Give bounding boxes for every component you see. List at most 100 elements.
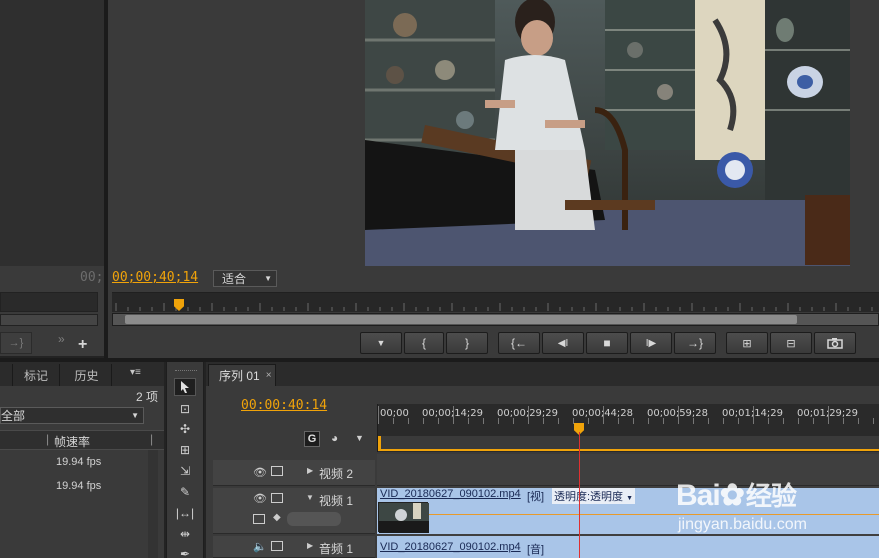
program-zoom-bar[interactable] <box>112 313 879 326</box>
clip-thumbnail <box>378 502 429 533</box>
fit-dropdown-label: 适合 <box>222 272 247 286</box>
extract-icon: ⊟ <box>786 337 796 350</box>
display-style-icon[interactable] <box>253 514 265 524</box>
ruler-ticks <box>115 303 873 311</box>
export-frame-button[interactable] <box>814 332 856 354</box>
opacity-dropdown[interactable]: 透明度:透明度 ▼ <box>552 488 636 504</box>
track-select-tool-icon[interactable]: ⊡ <box>174 400 196 418</box>
mark-in-button[interactable]: { <box>404 332 444 354</box>
baidu-watermark: Bai✿经验 jingyan.baidu.com <box>676 460 876 540</box>
mark-out-button[interactable]: } <box>446 332 488 354</box>
ruler-label: 00;00;14;29 <box>422 408 484 419</box>
eye-icon[interactable]: 👁 <box>253 466 267 479</box>
film-icon[interactable] <box>271 466 283 476</box>
ruler-label: 00;01;14;29 <box>722 408 784 419</box>
collapse-arrow-icon[interactable]: ▼ <box>306 493 314 502</box>
add-icon[interactable]: + <box>78 336 87 354</box>
track-header-video1[interactable]: 👁 ▼ 视频 1 ◆ <box>213 488 375 534</box>
track-name-video1: 视频 1 <box>319 494 354 508</box>
ripple-edit-tool-icon[interactable]: ✣ <box>174 420 196 438</box>
source-out-button[interactable]: →} <box>0 332 32 354</box>
timeline-tab-bar <box>206 362 879 386</box>
slide-tool-icon[interactable]: ⇹ <box>174 525 196 543</box>
source-monitor-viewer <box>0 0 104 266</box>
extract-button[interactable]: ⊟ <box>770 332 812 354</box>
camera-icon <box>827 338 843 349</box>
chevron-down-icon: ▼ <box>131 411 139 420</box>
audio-clip-tag: [音] <box>527 544 545 556</box>
fit-dropdown[interactable]: 适合 ▼ <box>213 270 277 287</box>
program-monitor-panel: 00;00;40;14 适合 ▼ ▼ { } {← ◀I ■ I▶ →} ⊞ ⊟ <box>108 0 879 360</box>
video-frame-image <box>365 0 850 266</box>
watermark-url: jingyan.baidu.com <box>678 516 807 533</box>
close-icon[interactable]: × <box>266 370 272 381</box>
chevrons-icon[interactable]: » <box>58 332 65 346</box>
expand-arrow-icon[interactable]: ▶ <box>307 466 313 475</box>
list-item[interactable]: 19.94 fps <box>56 480 101 492</box>
track-header-video2[interactable]: 👁 ▶ 视频 2 <box>213 460 375 486</box>
eye-icon[interactable]: 👁 <box>253 492 267 505</box>
sequence-marker-icon[interactable]: ◕ <box>331 431 338 445</box>
program-timecode[interactable]: 00;00;40;14 <box>112 270 198 285</box>
step-forward-button[interactable]: I▶ <box>630 332 672 354</box>
razor-tool-icon[interactable]: ✎ <box>174 483 196 501</box>
filter-dropdown[interactable]: 全部 ▼ <box>0 407 144 424</box>
column-divider[interactable]: | <box>46 432 49 446</box>
track-header-audio1[interactable]: 🔈 ▶ 音频 1 <box>213 536 375 558</box>
ruler-label: 00;00;59;28 <box>647 408 709 419</box>
keyframe-icon[interactable]: ◆ <box>273 512 281 523</box>
video-frame <box>365 0 850 266</box>
expand-arrow-icon[interactable]: ▶ <box>307 541 313 550</box>
snap-icon[interactable]: G <box>304 431 320 447</box>
add-marker-icon[interactable]: ▼ <box>355 433 364 443</box>
chevron-down-icon: ▼ <box>626 495 634 502</box>
project-panel: 标记 历史 ▾≡ 2 项 全部 ▼ | 帧速率 | 19.94 fps 19.9… <box>0 362 164 558</box>
filter-label: 全部 <box>1 409 26 423</box>
track-name-video2: 视频 2 <box>319 467 354 481</box>
zoom-bar-thumb[interactable] <box>125 315 797 324</box>
pen-tool-icon[interactable]: ✒ <box>174 545 196 558</box>
program-viewer <box>108 0 879 266</box>
panel-menu-icon[interactable]: ▾≡ <box>130 367 141 378</box>
video-clip-name: VID_20180627_090102.mp4 <box>380 488 521 500</box>
tab-history[interactable]: 历史 <box>62 364 112 386</box>
item-count: 2 项 <box>135 390 158 404</box>
go-to-in-button[interactable]: {← <box>498 332 540 354</box>
paw-icon: ✿ <box>719 479 745 512</box>
tab-sequence-label: 序列 01 <box>219 369 260 383</box>
rolling-edit-tool-icon[interactable]: ⊞ <box>174 441 196 459</box>
video-clip-tag: [视] <box>527 491 545 503</box>
ruler-label: 00;00 <box>380 408 409 419</box>
column-divider[interactable]: | <box>150 432 153 446</box>
column-header-framerate[interactable]: 帧速率 <box>54 433 90 450</box>
add-marker-button[interactable]: ▼ <box>360 332 402 354</box>
stop-button[interactable]: ■ <box>586 332 628 354</box>
slip-tool-icon[interactable]: |↔| <box>174 504 196 522</box>
tools-grip <box>175 370 197 373</box>
source-monitor-panel: 00; →} » + <box>0 0 104 356</box>
ruler-label: 00;00;44;28 <box>572 408 634 419</box>
source-scrub-bar[interactable] <box>0 292 98 312</box>
program-time-ruler[interactable] <box>112 292 879 312</box>
sync-lock-icon[interactable] <box>271 541 283 551</box>
rate-stretch-tool-icon[interactable]: ⇲ <box>174 462 196 480</box>
ruler-label: 00;00;29;29 <box>497 408 559 419</box>
lift-icon: ⊞ <box>742 337 752 350</box>
source-timecode: 00; <box>80 270 104 285</box>
lift-button[interactable]: ⊞ <box>726 332 768 354</box>
sequence-timecode[interactable]: 00:00:40:14 <box>241 398 327 413</box>
speaker-icon[interactable]: 🔈 <box>253 540 267 553</box>
list-item[interactable]: 19.94 fps <box>56 456 101 468</box>
chevron-down-icon: ▼ <box>264 274 272 283</box>
keyframe-nav[interactable] <box>287 512 341 526</box>
audio-clip-name: VID_20180627_090102.mp4 <box>380 541 521 553</box>
vertical-scrollbar[interactable] <box>148 450 158 558</box>
watermark-brand: Bai✿经验 <box>676 479 797 512</box>
tab-sequence[interactable]: 序列 01 × <box>208 364 276 386</box>
tab-markers[interactable]: 标记 <box>12 364 60 386</box>
timeline-playhead[interactable] <box>579 432 580 558</box>
film-icon[interactable] <box>271 493 283 503</box>
go-to-out-button[interactable]: →} <box>674 332 716 354</box>
step-back-button[interactable]: ◀I <box>542 332 584 354</box>
selection-tool-icon[interactable] <box>174 378 196 396</box>
